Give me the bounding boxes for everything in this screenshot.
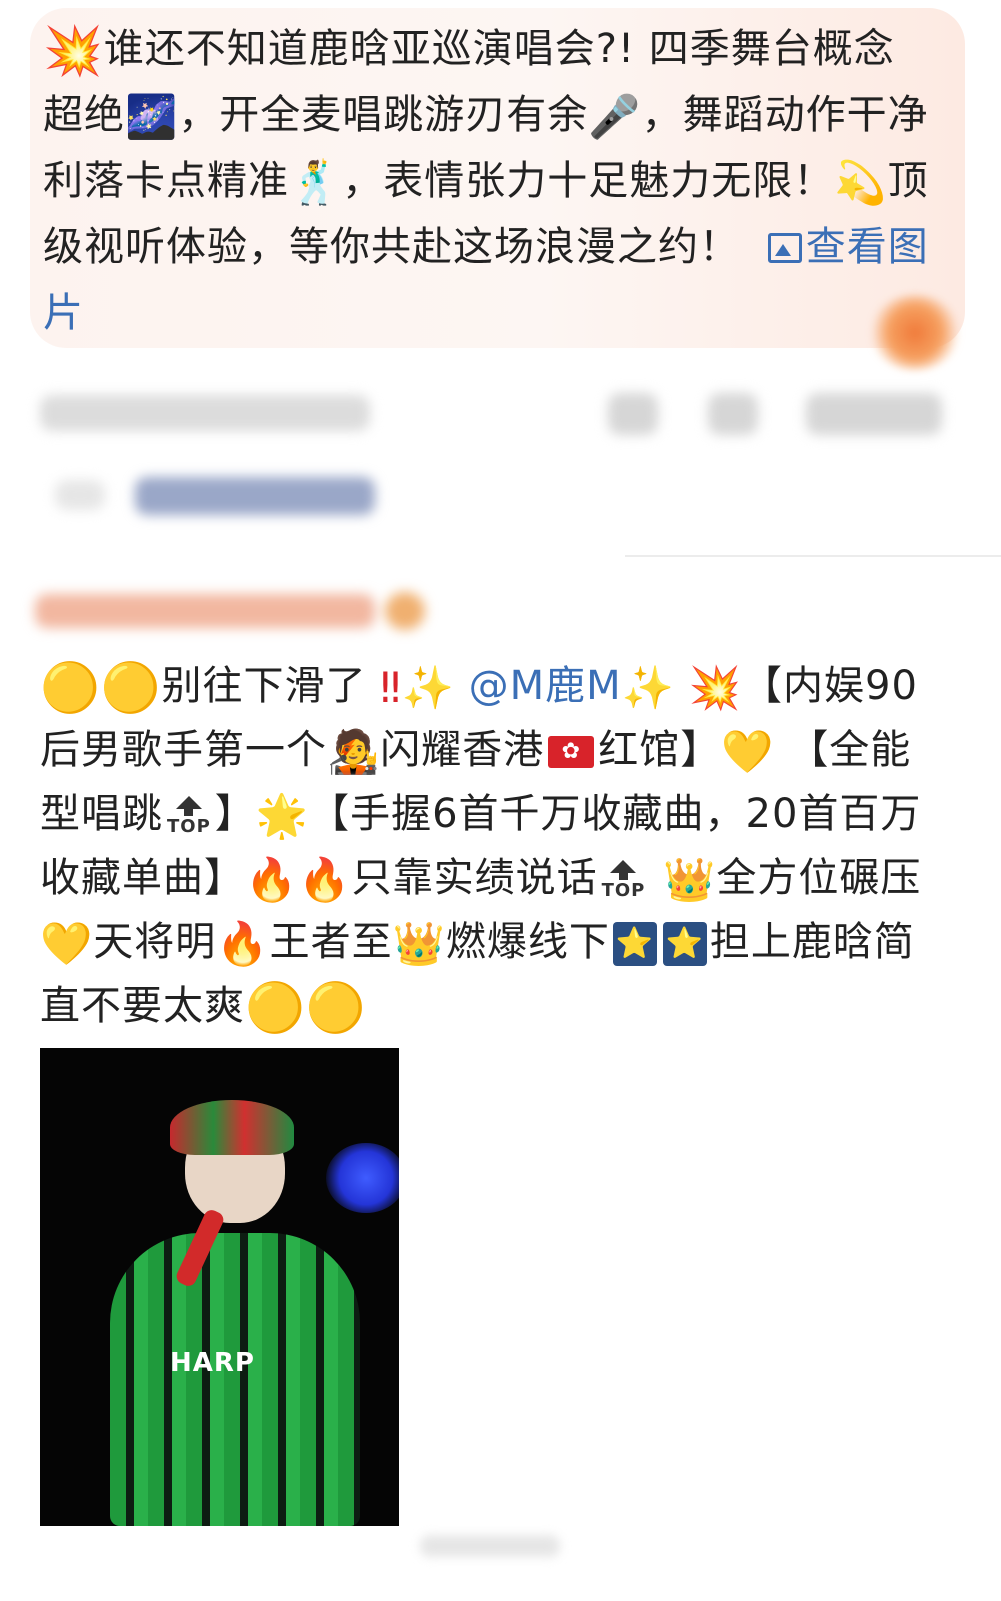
fire-icon: 🔥 <box>298 855 352 904</box>
yellow-heart-icon: 💛 <box>721 727 775 776</box>
microphone-icon: 🎤 <box>588 92 642 141</box>
blurred-timestamp <box>40 395 370 431</box>
ad-line-3: ，开全麦唱跳游刃有余 <box>178 92 589 138</box>
stage-light <box>326 1143 399 1213</box>
figure-shirt <box>110 1233 360 1526</box>
comment-seg-3: 闪耀香港 <box>380 727 545 773</box>
ad-post-text: 💥谁还不知道鹿晗亚巡演唱会?! 四季舞台概念超绝🌌，开全麦唱跳游刃有余🎤，舞蹈动… <box>43 16 933 346</box>
shirt-text: HARP <box>170 1348 255 1378</box>
blurred-like-button[interactable] <box>806 393 942 435</box>
mention-link[interactable]: @M鹿M <box>469 663 622 709</box>
sparkles-icon: ✨ <box>621 663 675 712</box>
blurred-badge <box>385 592 425 630</box>
star-box-icon: ⭐ <box>662 922 707 966</box>
comment-seg-8: 只靠实绩说话 <box>351 855 598 901</box>
blurred-topic-link[interactable] <box>135 477 375 515</box>
comment-text: 🟡🟡别往下滑了 ‼✨ @M鹿M✨ 💥【内娱90后男歌手第一个🧑‍🎤闪耀香港 ✿ 红馆… <box>40 654 950 1038</box>
yellow-circle-icon: 🟡 <box>305 980 367 1036</box>
comment-seg-9: 全方位碾压 <box>716 855 922 901</box>
yellow-heart-icon: 💛 <box>40 919 94 968</box>
hk-flag-icon: ✿ <box>548 736 595 768</box>
blurred-comment-button[interactable] <box>708 393 758 435</box>
blurred-username <box>35 594 375 628</box>
collision-icon: 💥 <box>43 23 104 79</box>
image-icon <box>767 233 802 263</box>
collision-icon: 💥 <box>688 663 742 712</box>
comment-seg-0: 别往下滑了 <box>161 663 367 709</box>
comment-photo[interactable]: HARP <box>40 1048 399 1526</box>
fire-icon: 🔥 <box>245 855 299 904</box>
section-divider <box>625 555 1001 557</box>
yellow-circle-icon: 🟡 <box>245 980 306 1036</box>
dancer-icon: 🕺 <box>289 158 343 207</box>
top-arrow-icon: TOP <box>167 796 211 836</box>
yellow-circle-icon: 🟡 <box>100 660 162 716</box>
star-box-icon: ⭐ <box>612 922 657 966</box>
night-sky-icon: 🌌 <box>125 92 179 141</box>
crown-icon: 👑 <box>392 919 446 968</box>
fire-icon: 🔥 <box>216 919 270 968</box>
comment-seg-4: 红馆】 <box>598 727 722 773</box>
figure-bandana <box>170 1100 294 1155</box>
comment-seg-12: 燃爆线下 <box>445 919 610 965</box>
crown-icon: 👑 <box>663 855 717 904</box>
shooting-star-icon: 💫 <box>834 158 888 207</box>
ad-line-1: 谁还不知道鹿晗亚巡演唱会?! <box>103 26 636 72</box>
blurred-meta-row <box>0 385 1001 535</box>
ad-line-5: ，表情张力十足魅力无限！ <box>342 158 835 204</box>
yellow-circle-icon: 🟡 <box>40 660 101 716</box>
comment-seg-11: 王者至 <box>269 919 393 965</box>
blurred-label <box>55 480 105 510</box>
singer-icon: 🧑‍🎤 <box>327 727 381 776</box>
blurred-share-button[interactable] <box>608 393 658 435</box>
comment-seg-6: 】 <box>214 791 256 837</box>
top-arrow-icon: TOP <box>602 860 646 900</box>
blurred-commenter-name[interactable] <box>35 590 435 634</box>
comment-seg-10: 天将明 <box>93 919 217 965</box>
glowing-star-icon: 🌟 <box>255 791 310 840</box>
double-exclamation-icon: ‼ <box>380 663 402 712</box>
sparkles-icon: ✨ <box>401 663 455 712</box>
blurred-footer <box>420 1535 560 1557</box>
